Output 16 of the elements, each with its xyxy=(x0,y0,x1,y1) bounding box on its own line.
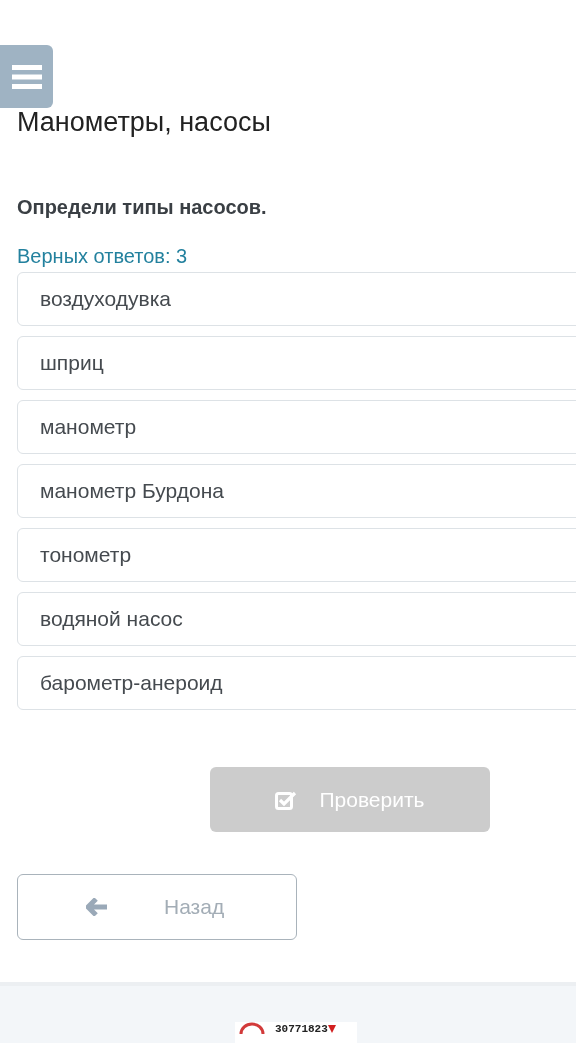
arrow-left-icon xyxy=(86,898,108,916)
answer-option[interactable]: барометр-анероид xyxy=(17,656,576,710)
checkbox-icon xyxy=(275,789,298,810)
menu-icon xyxy=(11,63,42,90)
answer-option[interactable]: водяной насос xyxy=(17,592,576,646)
menu-button[interactable] xyxy=(0,45,53,108)
page-title: Манометры, насосы xyxy=(17,106,271,139)
correct-answers-count: Верных ответов: 3 xyxy=(17,244,188,268)
counter-value: 30771823 xyxy=(275,1022,328,1036)
answer-option[interactable]: манометр xyxy=(17,400,576,454)
answer-option[interactable]: шприц xyxy=(17,336,576,390)
answer-option[interactable]: воздуходувка xyxy=(17,272,576,326)
answer-option[interactable]: манометр Бурдона xyxy=(17,464,576,518)
question-text: Определи типы насосов. xyxy=(17,195,267,220)
answer-option[interactable]: тонометр xyxy=(17,528,576,582)
triangle-icon xyxy=(327,1025,336,1033)
